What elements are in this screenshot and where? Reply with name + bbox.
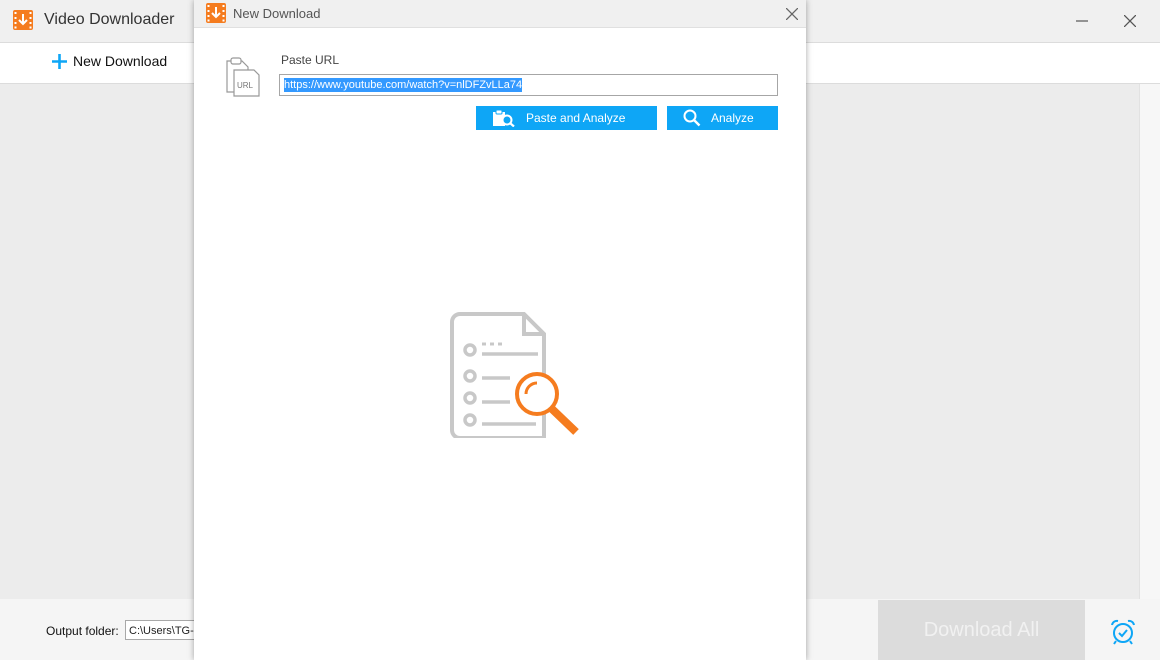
dialog-title: New Download: [233, 6, 321, 21]
vertical-scrollbar[interactable]: [1139, 84, 1160, 599]
analyze-label: Analyze: [711, 111, 754, 125]
paste-and-analyze-label: Paste and Analyze: [526, 111, 626, 125]
new-download-label: New Download: [73, 53, 168, 69]
close-icon: [786, 8, 798, 20]
dialog-titlebar: New Download: [194, 0, 806, 28]
analyze-button[interactable]: Analyze: [667, 106, 778, 130]
url-clipboard-icon: URL: [226, 57, 260, 97]
app-title: Video Downloader: [44, 11, 175, 28]
close-button[interactable]: [1117, 8, 1143, 34]
clipboard-search-icon: [493, 109, 515, 127]
dialog-close-button[interactable]: [782, 4, 802, 24]
minimize-icon: [1076, 20, 1088, 22]
search-icon: [683, 109, 701, 127]
app-logo-icon: [13, 10, 33, 30]
paste-and-analyze-button[interactable]: Paste and Analyze: [476, 106, 657, 130]
url-input[interactable]: https://www.youtube.com/watch?v=nlDFZvLL…: [279, 74, 778, 96]
document-search-icon: [450, 312, 579, 438]
close-icon: [1124, 15, 1136, 27]
url-input-value: https://www.youtube.com/watch?v=nlDFZvLL…: [284, 78, 523, 92]
dialog-logo-icon: [206, 3, 226, 23]
new-download-button[interactable]: New Download: [52, 53, 167, 69]
new-download-dialog: New Download URL Paste URL https://www.y…: [194, 0, 806, 660]
output-folder-label: Output folder:: [46, 624, 119, 638]
plus-icon: [52, 53, 67, 69]
alarm-clock-icon[interactable]: [1109, 618, 1137, 646]
paste-url-label: Paste URL: [281, 53, 340, 67]
download-all-button[interactable]: Download All: [878, 600, 1085, 660]
minimize-button[interactable]: [1069, 8, 1095, 34]
url-icon-text: URL: [237, 81, 254, 90]
